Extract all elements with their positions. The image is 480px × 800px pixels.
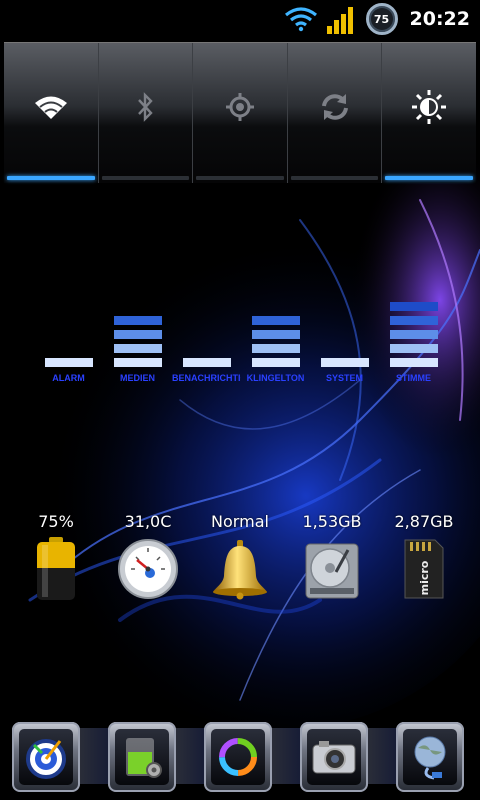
volume-label: ALARM — [52, 373, 85, 383]
battery-icon — [24, 536, 88, 602]
dock-app-ring[interactable] — [204, 722, 272, 792]
colorful-ring-icon — [211, 729, 265, 785]
volume-level-bars — [320, 290, 369, 367]
dock-app-camera[interactable] — [300, 722, 368, 792]
battery-value: 75% — [38, 512, 74, 531]
gps-icon — [225, 87, 255, 127]
volume-voice[interactable]: STIMME — [379, 290, 448, 390]
volume-segment — [320, 358, 369, 367]
volume-level-bars — [389, 290, 438, 367]
dock-app-network[interactable] — [396, 722, 464, 792]
wifi-icon — [284, 6, 318, 32]
bell-icon — [208, 536, 272, 602]
toggle-indicator — [290, 176, 379, 180]
internal-storage-value: 1,53GB — [302, 512, 362, 531]
volume-segment — [113, 330, 162, 339]
app-dock — [0, 718, 480, 800]
target-icon — [19, 729, 73, 785]
volume-label: MEDIEN — [119, 373, 155, 383]
toggle-indicator — [101, 176, 190, 180]
brightness-icon — [411, 87, 447, 127]
stat-battery[interactable]: 75% — [14, 512, 98, 602]
quick-toggles-widget — [4, 42, 476, 183]
sd-card-icon: micro — [392, 536, 456, 602]
volume-segment — [389, 330, 438, 339]
volume-segment — [113, 358, 162, 367]
volume-segment — [251, 316, 300, 325]
volume-level-bars — [251, 290, 300, 367]
dock-app-battery[interactable] — [108, 722, 176, 792]
stat-temperature[interactable]: 31,0C — [106, 512, 190, 602]
volume-segment — [251, 344, 300, 353]
ringer-value: Normal — [211, 512, 269, 531]
volume-segment — [113, 344, 162, 353]
volume-notification[interactable]: BENACHRICHTIGUNG — [172, 290, 241, 390]
volume-level-bars — [182, 290, 231, 367]
toggle-indicator — [7, 176, 95, 180]
thermometer-gauge-icon — [116, 536, 180, 602]
status-bar: 75 20:22 — [0, 0, 480, 38]
stat-sd-storage[interactable]: 2,87GB micro — [382, 512, 466, 602]
volume-widget: ALARM MEDIEN BENACHRICHTIGUNG KLINGELTON… — [34, 290, 454, 390]
sd-storage-value: 2,87GB — [394, 512, 454, 531]
temperature-value: 31,0C — [124, 512, 172, 531]
volume-segment — [251, 358, 300, 367]
toggle-brightness[interactable] — [382, 43, 476, 183]
globe-icon — [403, 729, 457, 785]
wifi-icon — [33, 87, 69, 127]
toggle-sync[interactable] — [288, 43, 383, 183]
volume-segment — [182, 358, 231, 367]
volume-label: KLINGELTON — [246, 373, 305, 383]
bluetooth-icon — [135, 87, 155, 127]
volume-segment — [113, 316, 162, 325]
volume-level-bars — [113, 290, 162, 367]
dock-app-target[interactable] — [12, 722, 80, 792]
volume-label: BENACHRICHTIGUNG — [172, 373, 241, 383]
volume-system[interactable]: SYSTEM — [310, 290, 379, 390]
volume-alarm[interactable]: ALARM — [34, 290, 103, 390]
camera-icon — [307, 729, 361, 785]
battery-ring-icon: 75 — [365, 3, 398, 35]
system-stats-widget: 75% 31,0C Normal 1,53GB 2,87GB micro — [0, 512, 480, 602]
toggle-bluetooth[interactable] — [99, 43, 194, 183]
volume-segment — [251, 330, 300, 339]
volume-level-bars — [44, 290, 93, 367]
volume-segment — [389, 316, 438, 325]
sync-icon — [319, 87, 351, 127]
green-battery-icon — [115, 729, 169, 785]
clock: 20:22 — [409, 8, 470, 30]
volume-segment — [44, 358, 93, 367]
volume-label: SYSTEM — [325, 373, 363, 383]
volume-ringtone[interactable]: KLINGELTON — [241, 290, 310, 390]
volume-segment — [389, 344, 438, 353]
volume-media[interactable]: MEDIEN — [103, 290, 172, 390]
stat-internal-storage[interactable]: 1,53GB — [290, 512, 374, 602]
volume-segment — [389, 302, 438, 311]
stat-ringer[interactable]: Normal — [198, 512, 282, 602]
hard-drive-icon — [300, 536, 364, 602]
toggle-indicator — [196, 176, 284, 180]
svg-text:micro: micro — [418, 560, 431, 595]
toggle-wifi[interactable] — [4, 43, 99, 183]
toggle-indicator — [385, 176, 473, 180]
volume-label: STIMME — [396, 373, 431, 383]
volume-segment — [389, 358, 438, 367]
toggle-gps[interactable] — [193, 43, 288, 183]
signal-icon — [326, 4, 358, 34]
